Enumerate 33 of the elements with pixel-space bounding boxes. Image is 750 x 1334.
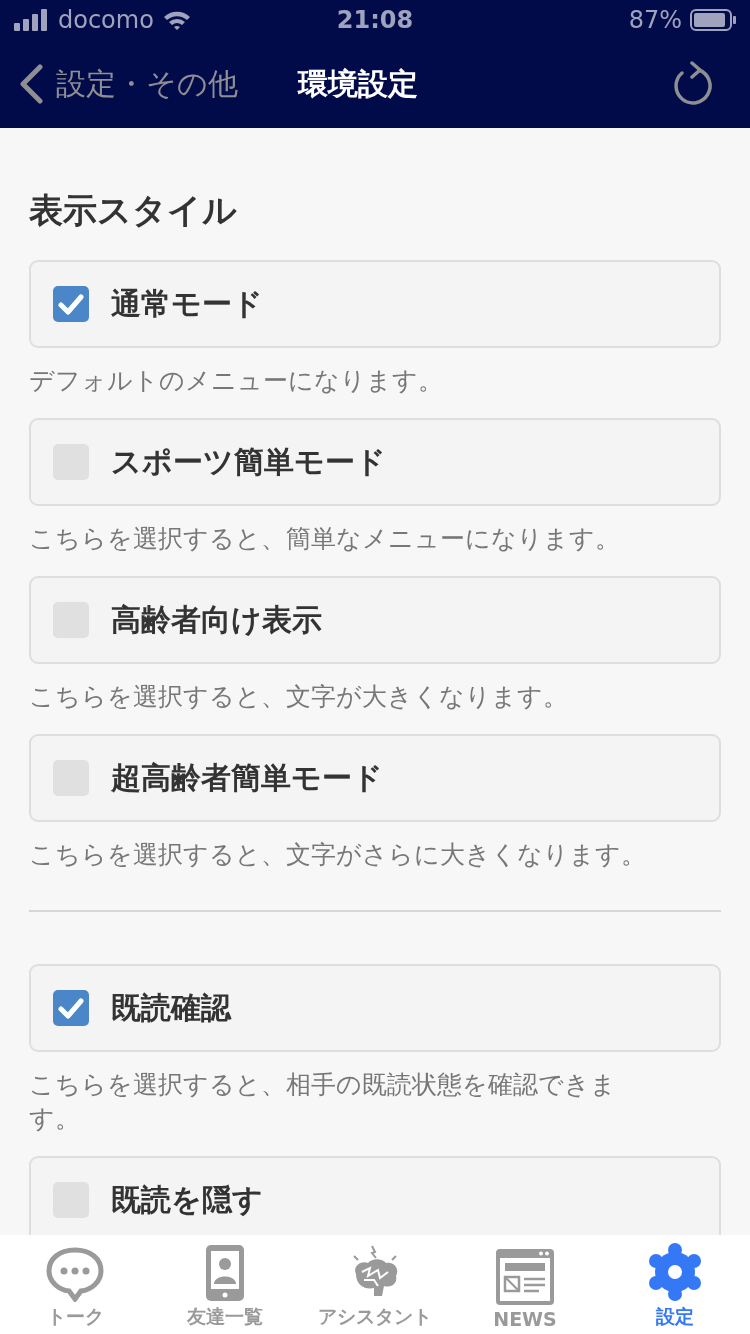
option-description: こちらを選択すると、簡単なメニューになります。 xyxy=(29,523,621,555)
option-card[interactable]: 高齢者向け表示 xyxy=(29,576,721,664)
option-description: こちらを選択すると、文字がさらに大きくなります。 xyxy=(29,839,647,871)
refresh-icon[interactable] xyxy=(672,61,714,107)
option-card[interactable]: 通常モード xyxy=(29,260,721,348)
option-description: こちらを選択すると、文字が大きくなります。 xyxy=(29,681,569,713)
option-label: 既読を隠す xyxy=(111,1180,263,1219)
checkbox[interactable] xyxy=(53,286,89,322)
clock-time: 21:08 xyxy=(336,6,414,34)
section-title: 表示スタイル xyxy=(29,189,238,232)
carrier-name: docomo xyxy=(58,6,154,34)
option-description: こちらを選択すると、相手の既読状態を確認できます。 xyxy=(29,1069,617,1135)
chat-bubble-icon xyxy=(45,1246,105,1302)
option-label: 超高齢者簡単モード xyxy=(111,758,383,797)
option-card[interactable]: 超高齢者簡単モード xyxy=(29,734,721,822)
option-card[interactable]: 既読確認 xyxy=(29,964,721,1052)
option-card[interactable]: 既読を隠す xyxy=(29,1156,721,1235)
tab-item[interactable]: 設定 xyxy=(600,1242,750,1330)
newspaper-icon xyxy=(495,1248,555,1306)
page-title: 環境設定 xyxy=(298,64,418,103)
option-label: 高齢者向け表示 xyxy=(111,600,322,639)
battery-icon xyxy=(690,9,736,31)
battery-percent: 87% xyxy=(628,6,682,34)
option-label: スポーツ簡単モード xyxy=(111,442,386,481)
option-label: 既読確認 xyxy=(111,988,231,1027)
option-description: デフォルトのメニューになります。 xyxy=(29,365,444,397)
signal-icon xyxy=(14,9,50,31)
option-label: 通常モード xyxy=(111,284,263,323)
checkbox[interactable] xyxy=(53,990,89,1026)
option-card[interactable]: スポーツ簡単モード xyxy=(29,418,721,506)
back-button[interactable]: 設定・その他 xyxy=(18,63,238,105)
chevron-left-icon xyxy=(18,64,44,104)
phone-contact-icon xyxy=(204,1244,246,1302)
